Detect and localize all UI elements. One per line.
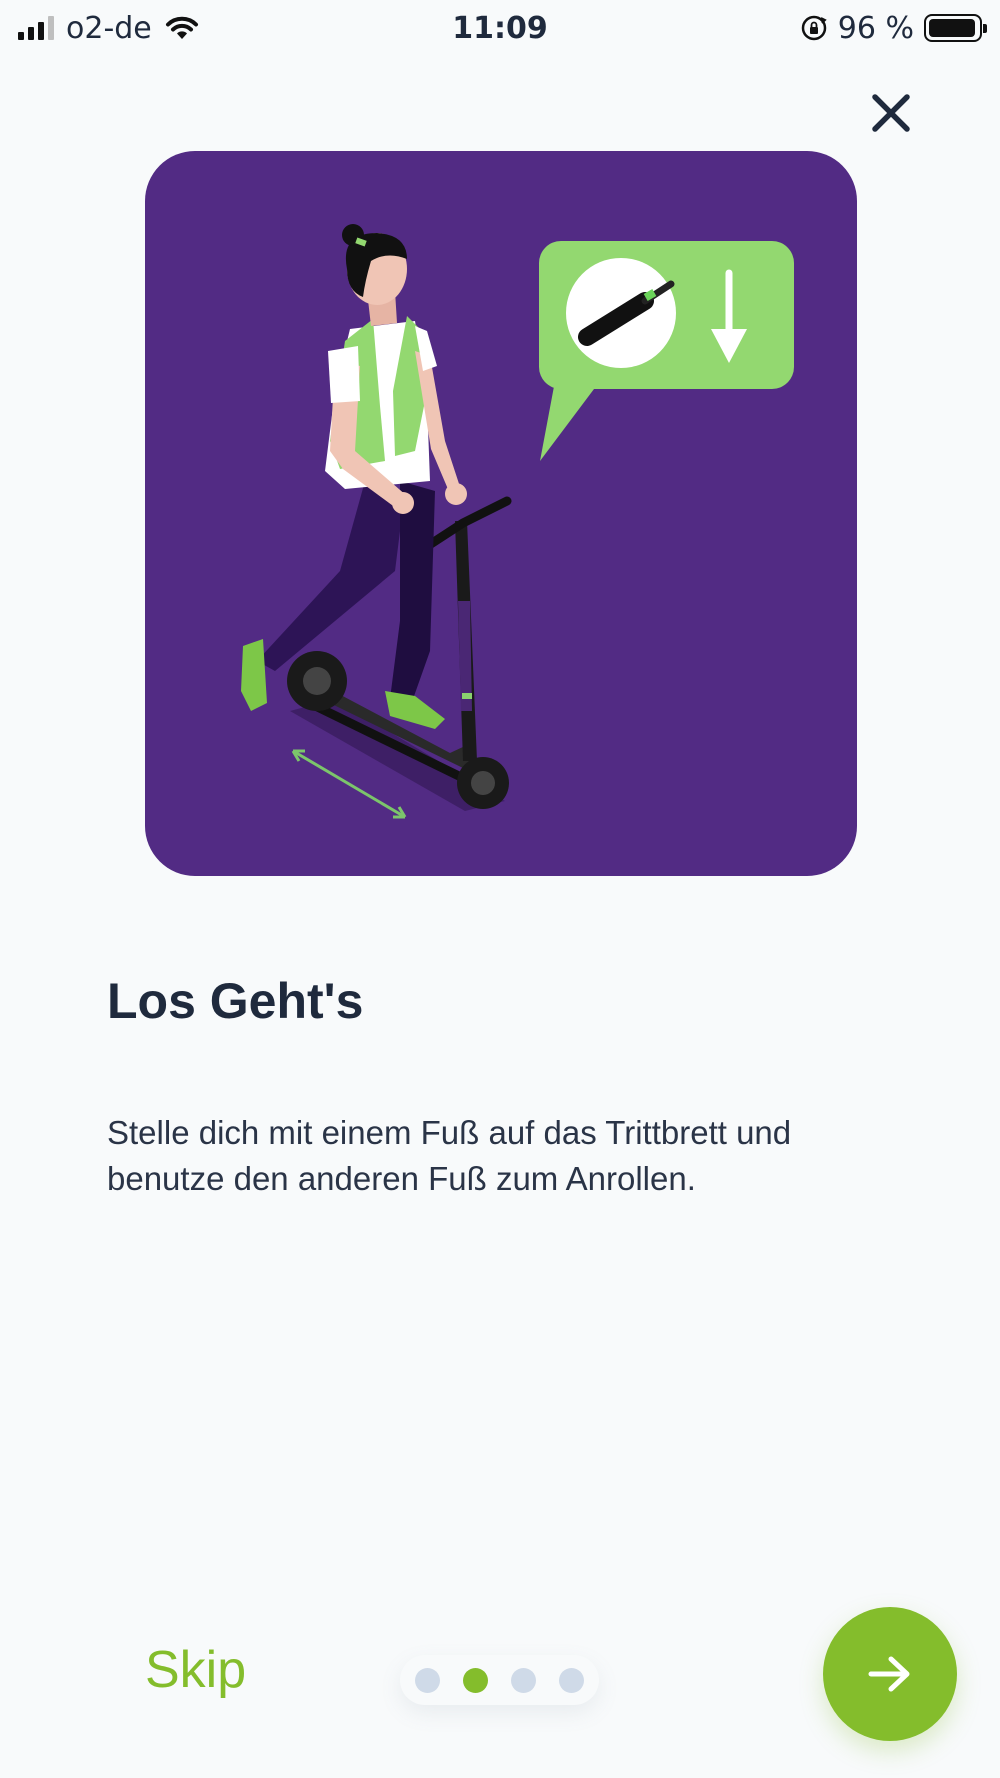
page-title: Los Geht's [107, 973, 364, 1029]
page-dot-4[interactable] [559, 1667, 584, 1693]
close-icon [872, 94, 910, 132]
orientation-lock-icon [801, 15, 827, 41]
page-dot-2[interactable] [463, 1667, 488, 1693]
battery-percent: 96 % [837, 10, 914, 46]
throttle-hint-bubble [539, 241, 794, 461]
arrow-right-icon [868, 1656, 910, 1692]
status-bar: o2-de 11:09 96 % [0, 0, 1000, 56]
status-right: 96 % [800, 10, 987, 46]
next-button[interactable] [823, 1607, 957, 1741]
signal-strength-icon [18, 16, 54, 40]
page-dot-1[interactable] [415, 1667, 440, 1693]
skip-button[interactable]: Skip [145, 1640, 246, 1700]
battery-icon [924, 14, 987, 42]
page-indicator [400, 1655, 599, 1705]
wifi-icon [165, 16, 198, 39]
rider [241, 224, 467, 729]
battery-level [929, 19, 976, 37]
close-button[interactable] [866, 88, 916, 138]
page-dot-3[interactable] [511, 1667, 536, 1693]
scooter-rider-illustration [241, 224, 794, 819]
onboarding-illustration [145, 151, 857, 876]
page-description: Stelle dich mit einem Fuß auf das Trittb… [107, 1114, 792, 1197]
carrier-name: o2-de [66, 10, 152, 46]
status-left: o2-de [18, 11, 200, 46]
